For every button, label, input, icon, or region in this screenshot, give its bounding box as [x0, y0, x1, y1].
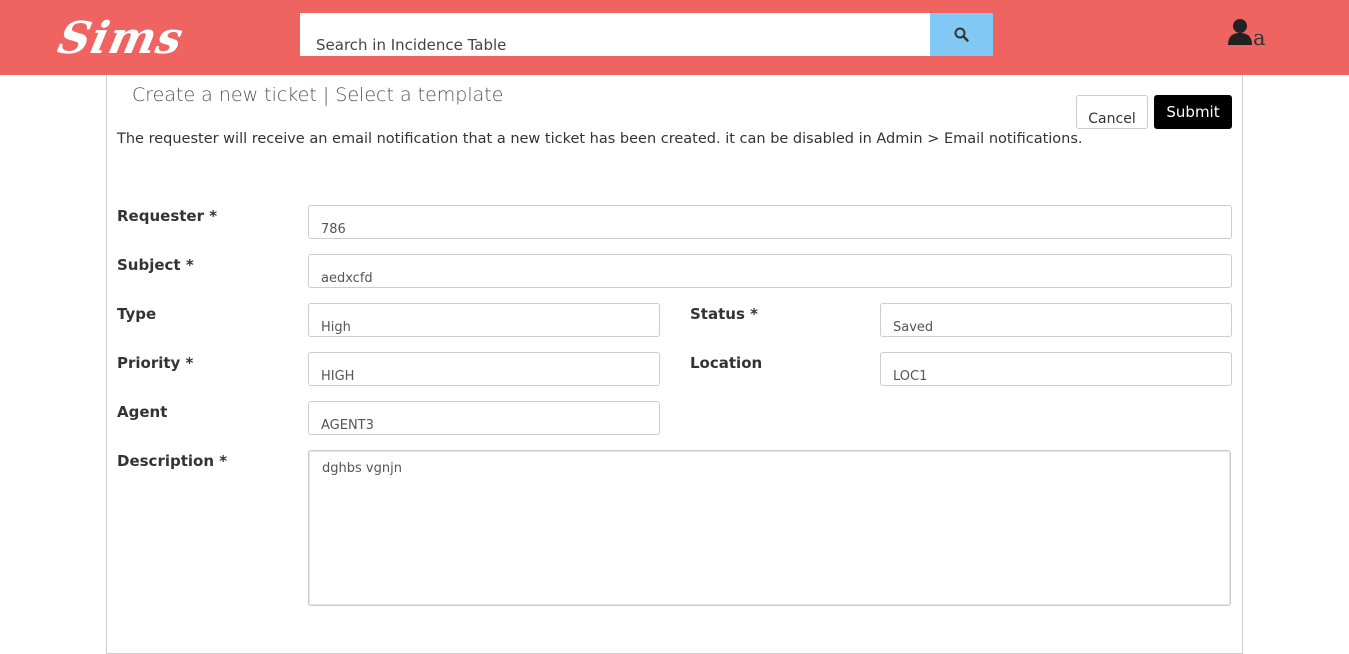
app-logo[interactable]: Sims	[52, 13, 194, 72]
status-field[interactable]	[880, 303, 1232, 337]
priority-field[interactable]	[308, 352, 660, 386]
description-label: Description *	[117, 452, 228, 470]
user-icon	[1228, 19, 1252, 45]
search-bar	[300, 13, 993, 56]
subject-label: Subject *	[117, 256, 194, 274]
search-button[interactable]	[930, 13, 993, 56]
type-field[interactable]	[308, 303, 660, 337]
cancel-button[interactable]: Cancel	[1076, 95, 1148, 129]
agent-label: Agent	[117, 403, 168, 421]
email-notification-notice: The requester will receive an email noti…	[117, 131, 1083, 147]
priority-label: Priority *	[117, 354, 194, 372]
subject-field[interactable]	[308, 254, 1232, 288]
user-name: a	[1253, 26, 1266, 50]
page-title: Create a new ticket | Select a template	[132, 84, 504, 106]
location-label: Location	[690, 354, 763, 372]
submit-button[interactable]: Submit	[1154, 95, 1232, 129]
requester-field[interactable]	[308, 205, 1232, 239]
description-textarea[interactable]: dghbs vgnjn	[308, 450, 1231, 606]
status-label: Status *	[690, 305, 758, 323]
search-icon	[954, 27, 969, 42]
agent-field[interactable]	[308, 401, 660, 435]
requester-label: Requester *	[117, 207, 218, 225]
search-input[interactable]	[300, 13, 930, 56]
user-menu[interactable]: a	[1227, 18, 1287, 52]
top-navbar: Sims a	[0, 0, 1349, 75]
type-label: Type	[117, 305, 157, 323]
location-field[interactable]	[880, 352, 1232, 386]
